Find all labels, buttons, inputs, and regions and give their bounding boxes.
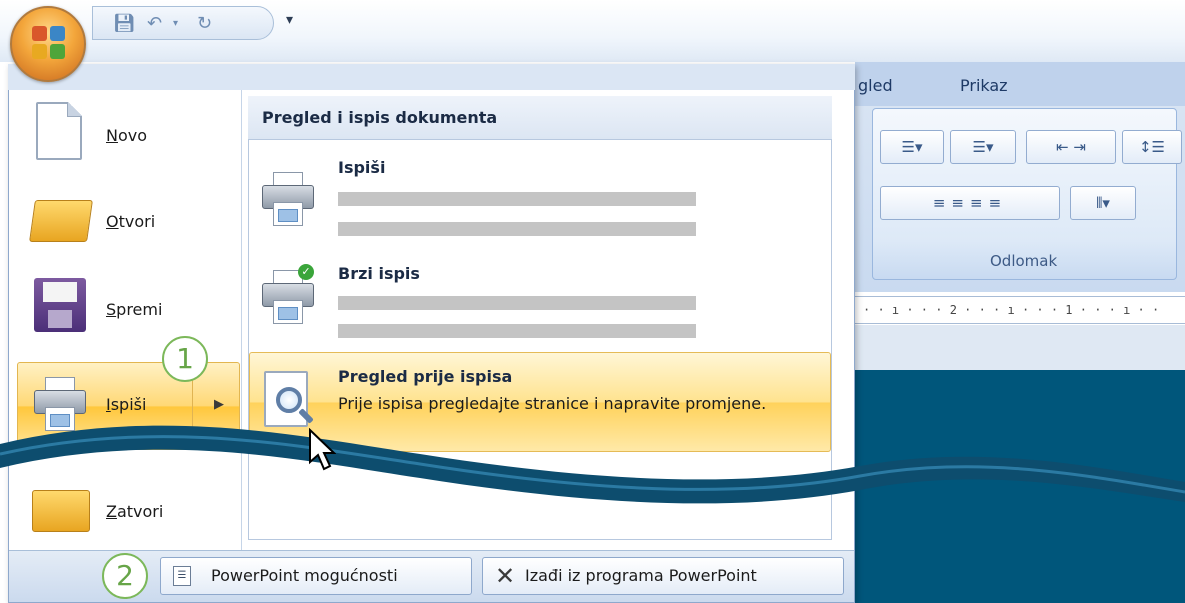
submenu-item-ispisi[interactable]: Ispiši <box>250 148 830 244</box>
submenu-item-title: Brzi ispis <box>338 264 420 283</box>
button-label: PowerPoint mogućnosti <box>211 566 398 585</box>
ruler: · · ı · · · 2 · · · ı · · · 1 · · · ı · … <box>855 296 1185 324</box>
save-floppy-icon <box>34 278 86 332</box>
powerpoint-options-button[interactable]: ☰ PowerPoint mogućnosti <box>160 557 472 595</box>
align-buttons-icon[interactable]: ≡≡≡≡ <box>880 186 1060 220</box>
options-icon: ☰ <box>173 566 191 586</box>
office-menu-header <box>8 64 855 90</box>
placeholder-bar <box>338 192 696 206</box>
quick-access-toolbar: 💾︎ ↶ ▾ ↻ <box>92 6 274 40</box>
callout-badge: 2 <box>102 553 148 599</box>
button-label: Izađi iz programa PowerPoint <box>525 566 757 585</box>
indent-icon[interactable]: ⇤ ⇥ <box>1026 130 1116 164</box>
numbering-icon[interactable]: ☰▾ <box>950 130 1016 164</box>
submenu-item-title: Ispiši <box>338 158 386 177</box>
ruler-area <box>855 325 1185 370</box>
placeholder-bar <box>338 296 696 310</box>
group-label: Odlomak <box>990 252 1058 270</box>
check-icon: ✓ <box>298 264 314 280</box>
ribbon-tabs <box>855 62 1185 106</box>
undo-icon[interactable]: ↶ <box>147 13 169 35</box>
customize-toolbar-icon[interactable]: ▾ <box>286 12 293 28</box>
menu-item-novo[interactable]: Novo <box>14 96 242 178</box>
submenu-item-brzi-ispis[interactable]: ✓ Brzi ispis <box>250 254 830 350</box>
placeholder-bar <box>338 222 696 236</box>
placeholder-bar <box>338 324 696 338</box>
menu-item-label: Novo <box>106 126 148 145</box>
line-spacing-icon[interactable]: ↕☰ <box>1122 130 1182 164</box>
mouse-cursor-icon <box>309 428 336 471</box>
printer-icon <box>260 172 316 226</box>
office-logo-icon <box>32 26 66 60</box>
submenu-header: Pregled i ispis dokumenta <box>248 96 832 140</box>
menu-item-spremi[interactable]: Spremi <box>14 268 242 350</box>
new-document-icon <box>36 102 82 160</box>
exit-powerpoint-button[interactable]: ✕ Izađi iz programa PowerPoint <box>482 557 844 595</box>
office-button[interactable] <box>10 6 86 82</box>
quick-print-icon: ✓ <box>260 264 316 324</box>
callout-badge: 1 <box>162 336 208 382</box>
menu-item-label: Spremi <box>106 300 163 319</box>
redo-icon[interactable]: ↻ <box>197 13 219 35</box>
columns-icon[interactable]: ⫴▾ <box>1070 186 1136 220</box>
tab-pregled[interactable]: gled <box>858 76 893 95</box>
save-icon[interactable]: 💾︎ <box>113 13 136 35</box>
bullets-icon[interactable]: ☰▾ <box>880 130 944 164</box>
undo-dropdown-icon[interactable]: ▾ <box>173 13 178 35</box>
menu-item-label: Otvori <box>106 212 156 231</box>
wave-divider <box>0 425 1185 504</box>
open-folder-icon <box>29 200 93 242</box>
close-icon: ✕ <box>495 562 516 590</box>
menu-item-otvori[interactable]: Otvori <box>14 182 242 264</box>
submenu-item-title: Pregled prije ispisa <box>338 367 513 386</box>
tab-prikaz[interactable]: Prikaz <box>960 76 1008 95</box>
